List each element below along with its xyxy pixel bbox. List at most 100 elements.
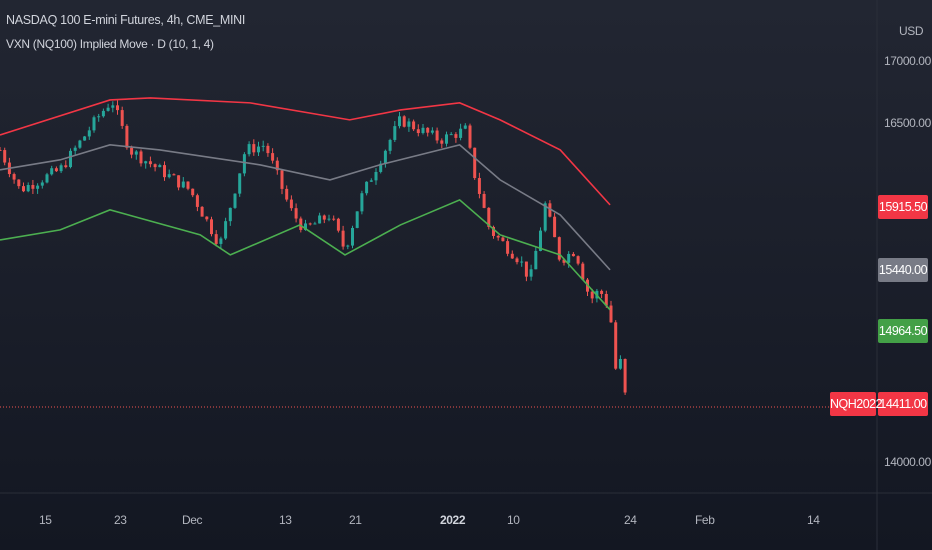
time-tick: 23 bbox=[114, 513, 127, 527]
candle bbox=[31, 184, 35, 189]
candle bbox=[78, 140, 82, 148]
time-tick: 21 bbox=[349, 513, 362, 527]
candle bbox=[398, 116, 401, 127]
candle bbox=[416, 129, 420, 134]
candle bbox=[454, 134, 458, 138]
time-tick: 24 bbox=[624, 513, 637, 527]
candle bbox=[139, 151, 143, 164]
candle bbox=[111, 105, 115, 108]
candle bbox=[242, 154, 246, 174]
candle bbox=[421, 127, 425, 134]
candle bbox=[181, 181, 185, 188]
candle bbox=[224, 221, 228, 239]
candle bbox=[285, 188, 289, 200]
candle bbox=[351, 227, 354, 246]
candle bbox=[153, 164, 157, 168]
candle bbox=[214, 234, 218, 244]
mid-band-tag: 15440.00 bbox=[878, 258, 928, 282]
candle bbox=[374, 171, 378, 181]
candle bbox=[463, 125, 467, 129]
candle bbox=[501, 237, 505, 242]
candle bbox=[440, 140, 444, 144]
mid-band-line bbox=[0, 143, 611, 271]
candle bbox=[365, 181, 369, 194]
time-tick: 14 bbox=[807, 513, 820, 527]
candle bbox=[581, 263, 585, 280]
candle bbox=[327, 218, 331, 220]
candle bbox=[191, 188, 195, 196]
candle bbox=[158, 165, 162, 168]
candle bbox=[534, 250, 538, 270]
candle bbox=[445, 134, 448, 144]
candle bbox=[40, 182, 44, 186]
currency-label[interactable]: USD bbox=[899, 24, 924, 38]
candle bbox=[210, 219, 213, 235]
candle bbox=[482, 193, 486, 208]
candle bbox=[92, 117, 96, 131]
candle bbox=[590, 291, 594, 299]
candle bbox=[125, 125, 129, 148]
candle bbox=[252, 144, 256, 153]
candle bbox=[388, 139, 392, 151]
time-tick: 15 bbox=[39, 513, 52, 527]
candle bbox=[553, 216, 557, 238]
candle bbox=[106, 107, 110, 111]
candle bbox=[266, 145, 270, 154]
candle bbox=[12, 174, 16, 180]
candle bbox=[477, 178, 481, 194]
candle bbox=[238, 173, 242, 194]
price-tick: 16500.00 bbox=[884, 116, 931, 130]
candle bbox=[205, 216, 209, 220]
candle bbox=[600, 290, 604, 294]
candle bbox=[449, 134, 453, 136]
candle bbox=[148, 161, 152, 165]
bands bbox=[0, 97, 611, 311]
candle bbox=[322, 215, 326, 220]
candle bbox=[59, 165, 63, 172]
candle bbox=[22, 186, 25, 192]
candle bbox=[407, 121, 411, 127]
candle bbox=[0, 149, 2, 151]
candle bbox=[257, 146, 260, 153]
candle bbox=[247, 144, 251, 155]
candle bbox=[435, 130, 439, 141]
candle bbox=[383, 150, 387, 164]
candle bbox=[83, 136, 87, 141]
candle bbox=[313, 223, 317, 225]
candle bbox=[529, 269, 533, 277]
candle bbox=[506, 241, 510, 254]
candle bbox=[195, 195, 199, 207]
candle bbox=[271, 153, 275, 161]
indicator-legend[interactable]: VXN (NQ100) Implied Move · D (10, 1, 4) bbox=[6, 37, 214, 51]
candle bbox=[609, 305, 613, 323]
candle bbox=[308, 223, 312, 225]
candle bbox=[496, 235, 500, 238]
candle bbox=[524, 261, 528, 277]
lower-band-tag: 14964.50 bbox=[878, 319, 928, 343]
price-chart[interactable] bbox=[0, 0, 932, 550]
candle bbox=[346, 245, 350, 247]
candle bbox=[294, 208, 298, 219]
candle bbox=[430, 130, 434, 133]
candle bbox=[623, 358, 627, 393]
candle bbox=[576, 256, 580, 264]
candle bbox=[412, 121, 416, 130]
candle bbox=[515, 258, 519, 263]
candle bbox=[97, 116, 101, 118]
candle bbox=[120, 110, 124, 126]
candle bbox=[567, 253, 571, 263]
candle bbox=[116, 105, 119, 111]
candle bbox=[163, 165, 166, 178]
chart-title[interactable]: NASDAQ 100 E-mini Futures, 4h, CME_MINI bbox=[6, 13, 245, 27]
candle bbox=[167, 174, 171, 178]
candle bbox=[172, 174, 176, 176]
candle bbox=[186, 181, 190, 189]
time-tick: 13 bbox=[279, 513, 292, 527]
price-tick: 17000.00 bbox=[884, 54, 931, 68]
candle bbox=[45, 174, 49, 183]
candle bbox=[73, 147, 77, 151]
upper-band-tag: 15915.50 bbox=[878, 195, 928, 219]
candle bbox=[520, 261, 524, 263]
candle bbox=[200, 206, 204, 217]
candle bbox=[69, 150, 72, 168]
